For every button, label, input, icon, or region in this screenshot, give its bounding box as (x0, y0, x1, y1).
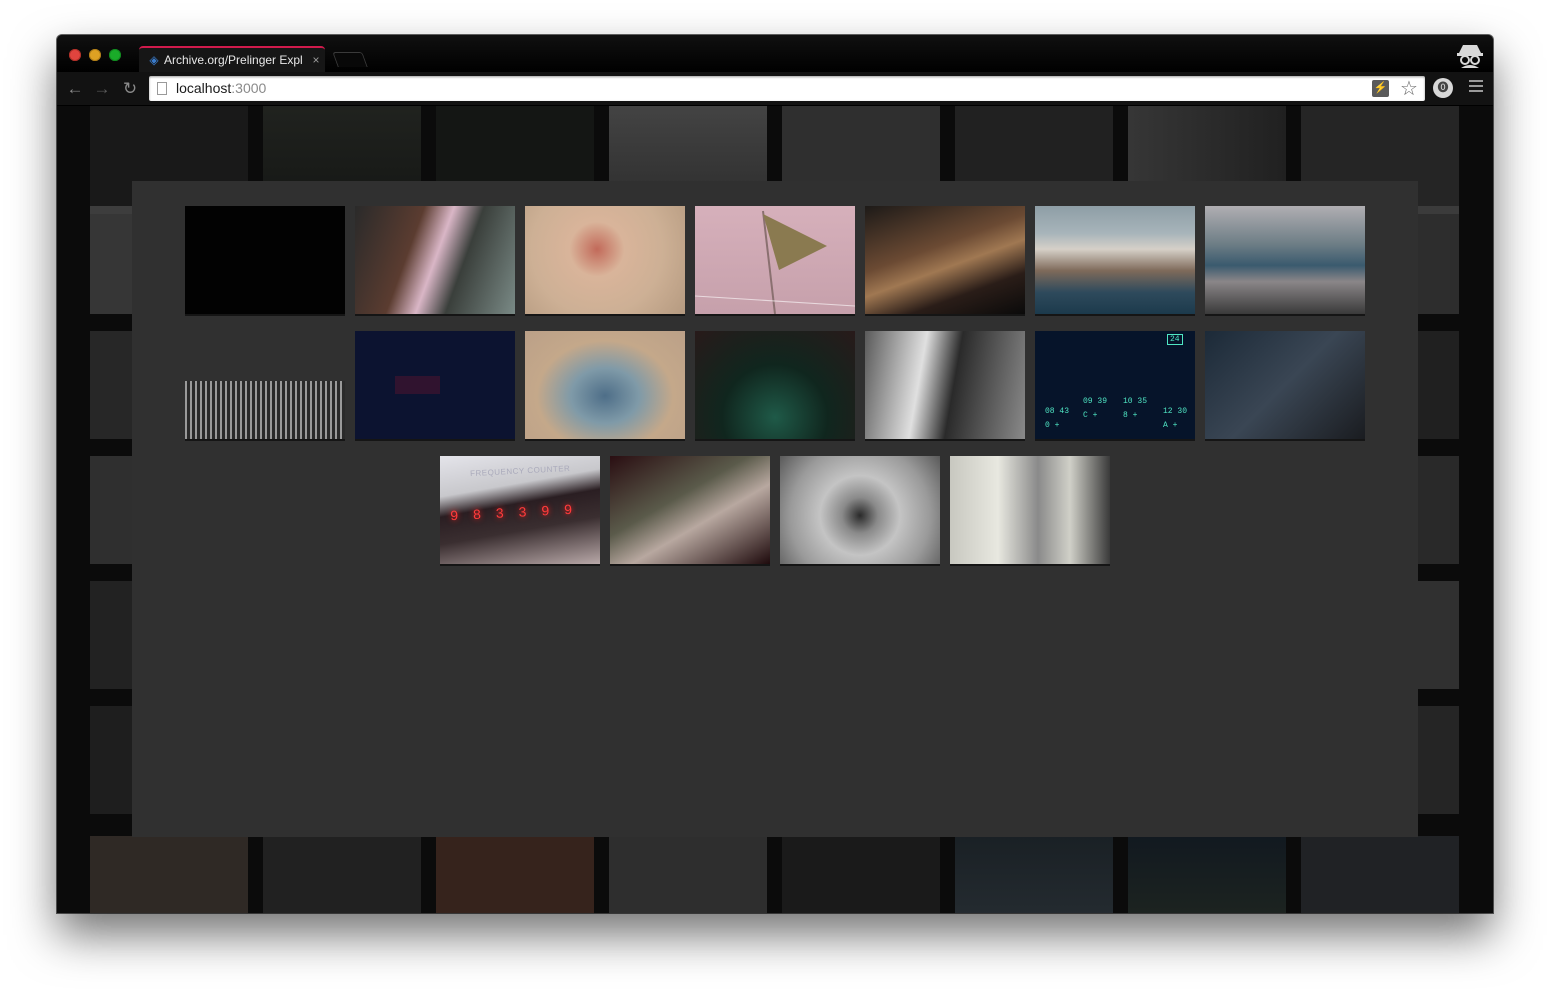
reload-icon[interactable]: ↻ (120, 79, 140, 99)
frequency-counter-label: FREQUENCY COUNTER (469, 463, 571, 479)
clip-thumbnail[interactable]: FREQUENCY COUNTER 9 8 3 3 9 9 (440, 456, 600, 566)
tab-title: Archive.org/Prelinger Expl (164, 53, 303, 67)
hud-readout: 0 + (1045, 421, 1060, 430)
hud-readout: A + (1163, 421, 1178, 430)
browser-toolbar: ← → ↻ localhost:3000 ⚡ ☆ ⓿ (57, 72, 1493, 106)
clip-thumbnail[interactable] (865, 206, 1025, 316)
address-url[interactable]: localhost:3000 (176, 80, 266, 97)
maximize-window-button[interactable] (109, 49, 121, 61)
frequency-digits: 9 8 3 3 9 9 (449, 502, 576, 526)
background-tile (263, 836, 421, 913)
browser-window: ◈ Archive.org/Prelinger Expl × ← → ↻ loc… (57, 35, 1493, 913)
close-window-button[interactable] (69, 49, 81, 61)
hud-readout: 8 + (1123, 411, 1138, 420)
page-icon (157, 82, 167, 95)
forward-arrow-icon[interactable]: → (92, 79, 112, 99)
clip-thumbnail[interactable] (865, 331, 1025, 441)
incognito-icon (1457, 45, 1483, 68)
clip-thumbnail[interactable] (525, 206, 685, 316)
red-glow (395, 376, 440, 394)
clip-thumbnail[interactable] (1035, 206, 1195, 316)
background-tile (1128, 836, 1286, 913)
pennant-flag-image (695, 210, 855, 314)
clip-thumbnail[interactable] (950, 456, 1110, 566)
clip-thumbnail[interactable] (695, 331, 855, 441)
background-tile (782, 836, 940, 913)
minimize-window-button[interactable] (89, 49, 101, 61)
url-host: localhost (176, 80, 232, 96)
clip-thumbnail[interactable] (610, 456, 770, 566)
background-tile (609, 836, 767, 913)
clip-thumbnail[interactable] (1205, 331, 1365, 441)
hud-readout: 08 43 (1045, 407, 1070, 416)
new-tab-button[interactable] (332, 52, 368, 67)
address-bar[interactable]: localhost:3000 ⚡ ☆ (149, 76, 1425, 101)
background-tile (1301, 836, 1459, 913)
background-tile (90, 836, 248, 913)
hud-readout: 09 39 (1083, 397, 1108, 406)
tab-active[interactable]: ◈ Archive.org/Prelinger Expl × (139, 46, 325, 72)
tab-close-icon[interactable]: × (309, 52, 323, 68)
extension-icon[interactable]: ⓿ (1433, 78, 1453, 98)
tab-strip: ◈ Archive.org/Prelinger Expl × (57, 35, 1493, 72)
hud-readout: 12 30 (1163, 407, 1188, 416)
bookmark-star-icon[interactable]: ☆ (1398, 78, 1420, 100)
clip-thumbnail[interactable] (780, 456, 940, 566)
weave-pattern (185, 381, 345, 439)
back-arrow-icon[interactable]: ← (65, 79, 85, 99)
hud-readout: C + (1083, 411, 1098, 420)
clip-gallery-overlay: 24 08 43 0 + 09 39 C + 10 35 8 + 12 30 A… (132, 181, 1418, 837)
background-tile (955, 836, 1113, 913)
hud-corner-label: 24 (1167, 334, 1183, 345)
clip-thumbnail[interactable]: 24 08 43 0 + 09 39 C + 10 35 8 + 12 30 A… (1035, 331, 1195, 441)
clip-thumbnail[interactable] (355, 331, 515, 441)
menu-icon[interactable] (1469, 80, 1483, 96)
page-action-icon[interactable]: ⚡ (1372, 80, 1389, 97)
clip-thumbnail[interactable] (1205, 206, 1365, 316)
clip-thumbnail[interactable] (695, 206, 855, 316)
url-port: :3000 (231, 80, 267, 96)
clip-thumbnail[interactable] (185, 206, 345, 316)
hud-readout: 10 35 (1123, 397, 1148, 406)
page-viewport: 24 08 43 0 + 09 39 C + 10 35 8 + 12 30 A… (57, 106, 1493, 913)
clip-thumbnail[interactable] (355, 206, 515, 316)
clip-thumbnail[interactable] (185, 331, 345, 441)
background-tile (436, 836, 594, 913)
archive-favicon-icon: ◈ (149, 53, 159, 67)
clip-thumbnail[interactable] (525, 331, 685, 441)
